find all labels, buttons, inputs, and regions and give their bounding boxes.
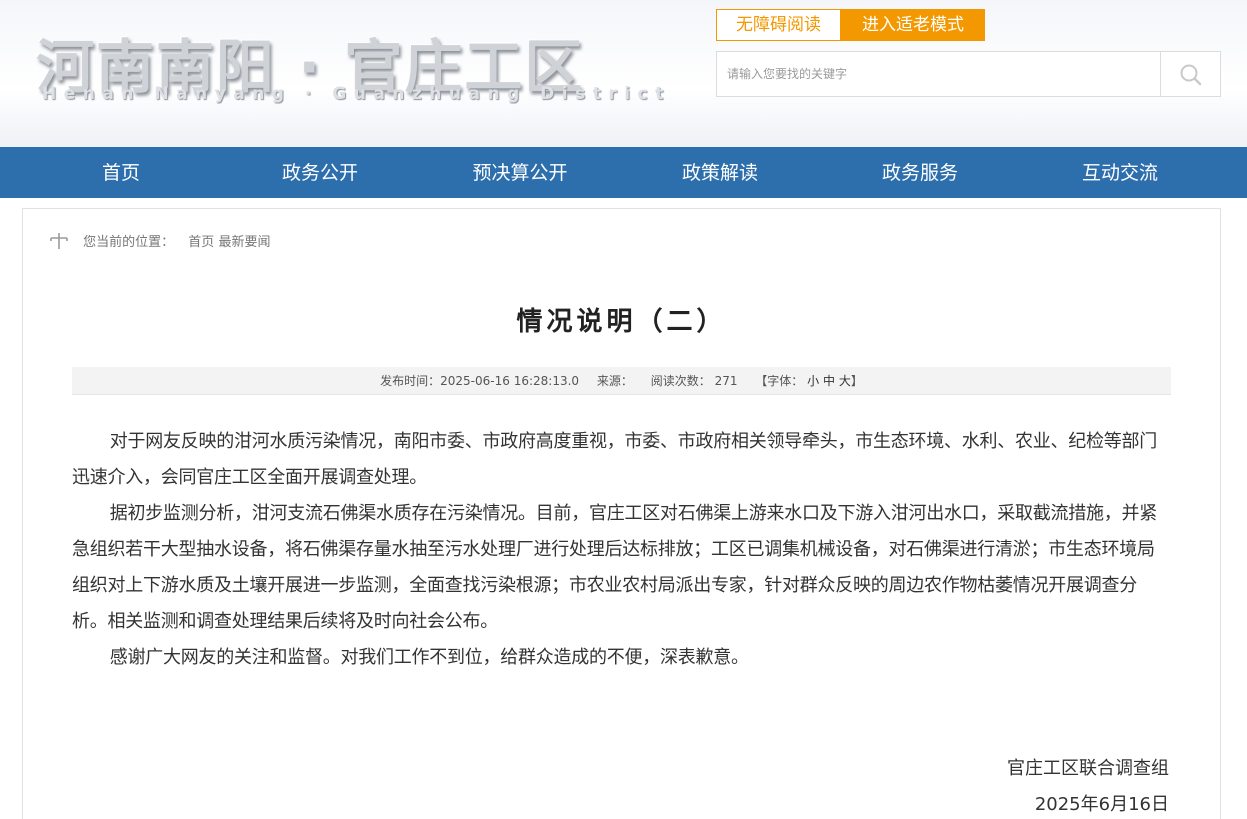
article-date: 2025年6月16日 [1034,794,1169,815]
font-size-large-link[interactable]: 大 [839,374,851,388]
nav-item-home[interactable]: 首页 [61,147,181,198]
nav-item-budget[interactable]: 预决算公开 [450,147,590,198]
accessibility-reading-button[interactable]: 无障碍阅读 [716,9,841,41]
search-icon [1180,64,1202,86]
search-button[interactable] [1160,52,1220,96]
views-count: 271 [714,374,738,388]
source-label: 来源： [596,374,633,388]
article-paragraph: 感谢广大网友的关注和监督。对我们工作不到位，给群众造成的不便，深表歉意。 [109,647,749,668]
nav-item-interaction[interactable]: 互动交流 [1050,147,1190,198]
article-title: 情况说明（二） [516,307,727,337]
article-signature: 官庄工区联合调查组 [1007,758,1169,779]
article-container: 您当前的位置： 首页 最新要闻 情况说明（二） 发布时间：2025-06-16 … [22,208,1221,819]
font-size-small-link[interactable]: 小 [807,374,819,388]
views-label: 阅读次数： [650,374,711,388]
search-input[interactable] [717,52,1160,96]
article-paragraph: 对于网友反映的泔河水质污染情况，南阳市委、市政府高度重视，市委、市政府相关领导牵… [72,431,1158,488]
publish-time-label: 发布时间： [380,374,441,388]
article-paragraph: 据初步监测分析，泔河支流石佛渠水质存在污染情况。目前，官庄工区对石佛渠上游来水口… [72,503,1158,632]
font-size-medium-link[interactable]: 中 [823,374,835,388]
publish-time: 2025-06-16 16:28:13.0 [440,374,580,388]
nav-item-policy[interactable]: 政策解读 [650,147,790,198]
search-box [716,51,1221,97]
site-header: 河南南阳 · 官庄工区 Henan Nanyang · Guanzhuang D… [0,0,1247,147]
breadcrumb-current-link[interactable]: 最新要闻 [218,235,270,250]
breadcrumb: 您当前的位置： 首页 最新要闻 [49,231,270,250]
main-nav: 首页 政务公开 预决算公开 政策解读 政务服务 互动交流 [0,147,1247,198]
article-meta-bar: 发布时间：2025-06-16 16:28:13.0 来源： 阅读次数： 271… [72,367,1171,395]
breadcrumb-prefix: 您当前的位置： [83,235,175,250]
site-logo-english: Henan Nanyang · Guanzhuang District [42,84,671,104]
elder-mode-button[interactable]: 进入适老模式 [841,9,985,41]
article-body: 对于网友反映的泔河水质污染情况，南阳市委、市政府高度重视，市委、市政府相关领导牵… [72,424,1171,676]
breadcrumb-home-link[interactable]: 首页 [188,235,214,250]
font-size-close: 】 [850,374,863,388]
nav-item-government-affairs[interactable]: 政务公开 [250,147,390,198]
nav-item-services[interactable]: 政务服务 [850,147,990,198]
font-size-label: 【字体： [755,374,804,388]
location-pin-icon [50,232,68,249]
